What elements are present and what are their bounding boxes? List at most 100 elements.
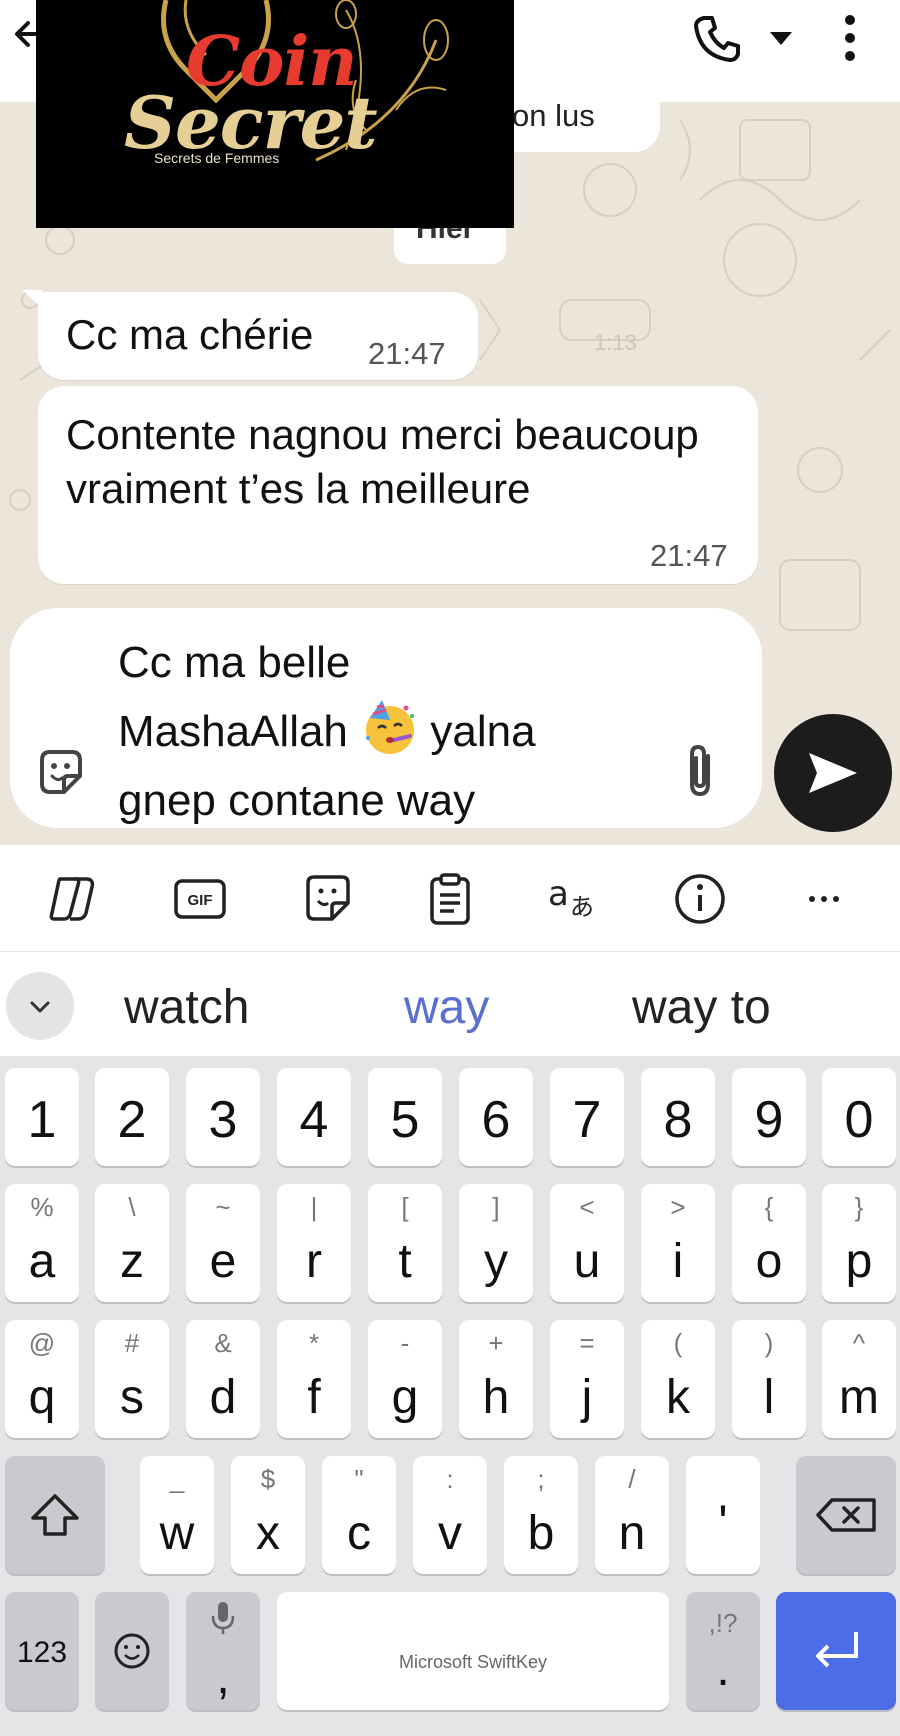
- key-0[interactable]: 0: [822, 1068, 896, 1166]
- key-secondary: ;: [537, 1464, 545, 1494]
- caret-down-icon[interactable]: [766, 26, 796, 50]
- message-bubble[interactable]: Cc ma chérie 21:47: [38, 292, 478, 380]
- key-label: v: [438, 1507, 462, 1560]
- key-label: 2: [117, 1091, 147, 1149]
- key-x[interactable]: $ x: [231, 1456, 305, 1574]
- key-secondary: #: [124, 1328, 140, 1358]
- sticker-icon[interactable]: [34, 746, 88, 800]
- collapse-button[interactable]: [6, 972, 74, 1040]
- comma-key[interactable]: ,: [186, 1592, 260, 1710]
- enter-key[interactable]: [776, 1592, 896, 1710]
- key-j[interactable]: = j: [550, 1320, 624, 1438]
- shift-key[interactable]: [5, 1456, 105, 1574]
- key-secondary: <: [579, 1192, 595, 1222]
- key-label: z: [120, 1235, 144, 1288]
- key-1[interactable]: 1: [5, 1068, 79, 1166]
- more-vertical-icon[interactable]: [838, 12, 862, 68]
- key-label: i: [672, 1235, 684, 1288]
- key-3[interactable]: 3: [186, 1068, 260, 1166]
- smiley-icon: [114, 1633, 150, 1669]
- composer-line-1: Cc ma belle: [118, 638, 351, 687]
- key-r[interactable]: | r: [277, 1184, 351, 1302]
- key-h[interactable]: + h: [459, 1320, 533, 1438]
- key-y[interactable]: ] y: [459, 1184, 533, 1302]
- key-secondary: @: [28, 1328, 56, 1358]
- key-label: .: [716, 1643, 730, 1696]
- period-key[interactable]: ,!? .: [686, 1592, 760, 1710]
- message-time: 21:47: [368, 336, 446, 371]
- key-a[interactable]: % a: [5, 1184, 79, 1302]
- key-secondary: ): [764, 1328, 774, 1358]
- key-b[interactable]: ; b: [504, 1456, 578, 1574]
- key-f[interactable]: * f: [277, 1320, 351, 1438]
- key-label: b: [527, 1507, 555, 1560]
- key-s[interactable]: # s: [95, 1320, 169, 1438]
- key-label: 1: [27, 1091, 57, 1149]
- key-n[interactable]: / n: [595, 1456, 669, 1574]
- key-secondary: [: [401, 1192, 409, 1222]
- clipboard-icon[interactable]: [422, 871, 478, 927]
- key-secondary: -: [400, 1328, 410, 1358]
- paperclip-icon[interactable]: [678, 742, 724, 800]
- key-apostrophe[interactable]: ': [686, 1456, 760, 1574]
- key-t[interactable]: [t: [368, 1184, 442, 1302]
- key-secondary: :: [446, 1464, 454, 1494]
- key-p[interactable]: } p: [822, 1184, 896, 1302]
- backspace-key[interactable]: [796, 1456, 896, 1574]
- key-secondary: _: [169, 1464, 185, 1494]
- emoji-key[interactable]: [95, 1592, 169, 1710]
- info-icon[interactable]: [672, 871, 728, 927]
- key-8[interactable]: 8: [641, 1068, 715, 1166]
- key-v[interactable]: :v: [413, 1456, 487, 1574]
- unread-banner-text: on lus: [512, 98, 595, 133]
- composer-input[interactable]: Cc ma belle MashaAllah yalna gnep contan…: [118, 628, 638, 835]
- message-composer[interactable]: Cc ma belle MashaAllah yalna gnep contan…: [10, 608, 762, 828]
- key-4[interactable]: 4: [277, 1068, 351, 1166]
- suggestion-item[interactable]: watch: [124, 980, 249, 1035]
- suggestion-bar: watch way way to: [0, 951, 900, 1056]
- key-o[interactable]: {o: [732, 1184, 806, 1302]
- key-c[interactable]: " c: [322, 1456, 396, 1574]
- key-z[interactable]: \ z: [95, 1184, 169, 1302]
- brand-logo: Coin Secret Secrets de Femmes: [36, 0, 514, 228]
- key-g[interactable]: -g: [368, 1320, 442, 1438]
- key-secondary: *: [308, 1328, 320, 1358]
- key-secondary: ]: [492, 1192, 500, 1222]
- key-label: 6: [481, 1091, 511, 1149]
- key-e[interactable]: ~ e: [186, 1184, 260, 1302]
- more-horizontal-icon[interactable]: [796, 871, 852, 927]
- translate-icon[interactable]: a あ: [546, 871, 602, 927]
- key-label: 4: [299, 1091, 329, 1149]
- message-bubble[interactable]: Contente nagnou merci beaucoup vraiment …: [38, 386, 758, 584]
- key-m[interactable]: ^ m: [822, 1320, 896, 1438]
- suggestion-item[interactable]: way to: [632, 980, 771, 1035]
- space-key[interactable]: Microsoft SwiftKey: [277, 1592, 669, 1710]
- key-secondary: {: [764, 1192, 774, 1222]
- key-9[interactable]: 9: [732, 1068, 806, 1166]
- key-2[interactable]: 2: [95, 1068, 169, 1166]
- sticker-icon[interactable]: [300, 871, 356, 927]
- key-label: a: [28, 1235, 56, 1288]
- key-i[interactable]: > i: [641, 1184, 715, 1302]
- key-l[interactable]: ) l: [732, 1320, 806, 1438]
- key-u[interactable]: < u: [550, 1184, 624, 1302]
- send-button[interactable]: [774, 714, 892, 832]
- key-label: f: [307, 1371, 321, 1424]
- key-label: e: [209, 1235, 237, 1288]
- key-label: 9: [754, 1091, 784, 1149]
- numbers-toggle-key[interactable]: 123: [5, 1592, 79, 1710]
- key-d[interactable]: & d: [186, 1320, 260, 1438]
- key-k[interactable]: (k: [641, 1320, 715, 1438]
- key-secondary: }: [854, 1192, 864, 1222]
- key-w[interactable]: _ w: [140, 1456, 214, 1574]
- key-7[interactable]: 7: [550, 1068, 624, 1166]
- gif-icon[interactable]: GIF: [172, 871, 228, 927]
- suggestion-item-selected[interactable]: way: [404, 980, 489, 1035]
- phone-icon[interactable]: [690, 12, 742, 64]
- key-q[interactable]: @ q: [5, 1320, 79, 1438]
- copilot-icon[interactable]: [46, 871, 102, 927]
- key-label: 3: [208, 1091, 238, 1149]
- key-6[interactable]: 6: [459, 1068, 533, 1166]
- key-5[interactable]: 5: [368, 1068, 442, 1166]
- send-icon: [809, 753, 857, 793]
